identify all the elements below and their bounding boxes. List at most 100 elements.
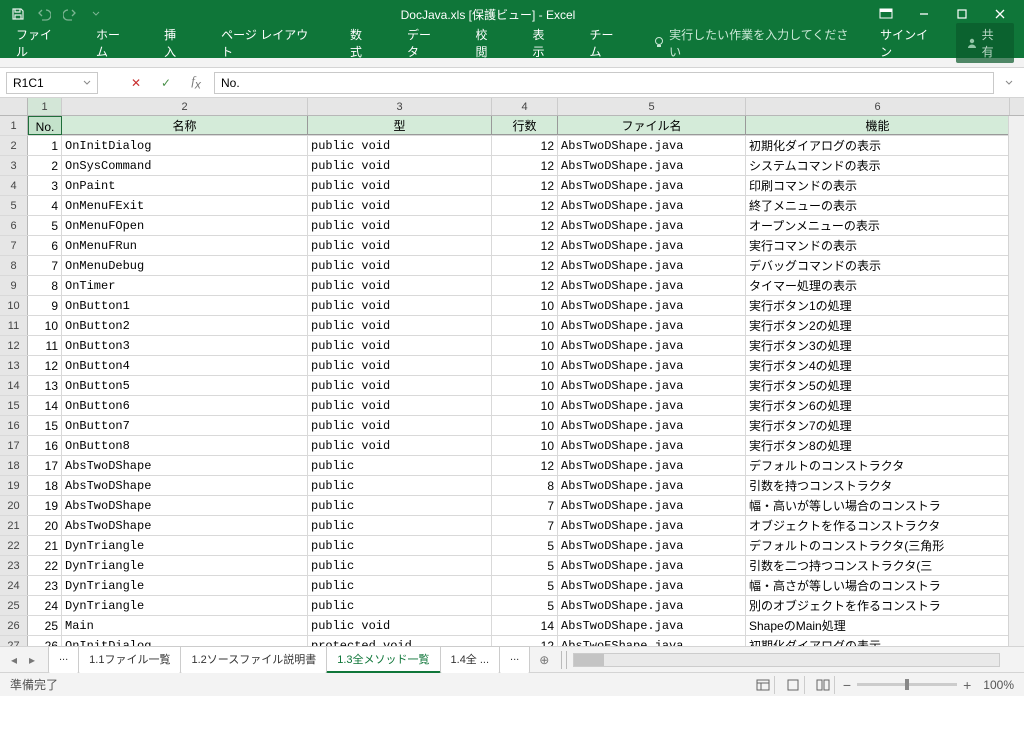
- cell-file[interactable]: AbsTwoDShape.java: [558, 416, 746, 435]
- zoom-slider[interactable]: [857, 683, 957, 686]
- row-header[interactable]: 22: [0, 536, 28, 555]
- cell-type[interactable]: public: [308, 556, 492, 575]
- cell-no[interactable]: 1: [28, 136, 62, 155]
- cell-name[interactable]: OnMenuFOpen: [62, 216, 308, 235]
- tab-file[interactable]: ファイル: [10, 22, 68, 64]
- cell-lines[interactable]: 5: [492, 556, 558, 575]
- cell-file[interactable]: AbsTwoDShape.java: [558, 256, 746, 275]
- cell-file[interactable]: AbsTwoDShape.java: [558, 136, 746, 155]
- row-header[interactable]: 23: [0, 556, 28, 575]
- cell-lines[interactable]: 5: [492, 536, 558, 555]
- cell-lines[interactable]: 12: [492, 456, 558, 475]
- cell-type[interactable]: public: [308, 496, 492, 515]
- cell-type[interactable]: protected void: [308, 636, 492, 646]
- new-sheet-button[interactable]: ⊕: [533, 649, 555, 671]
- cell-func[interactable]: デフォルトのコンストラクタ: [746, 456, 1010, 475]
- save-button[interactable]: [6, 3, 30, 25]
- cell-func[interactable]: 引数を持つコンストラクタ: [746, 476, 1010, 495]
- cell-no[interactable]: 20: [28, 516, 62, 535]
- cell-type[interactable]: public: [308, 576, 492, 595]
- row-header[interactable]: 15: [0, 396, 28, 415]
- cell-type[interactable]: public void: [308, 216, 492, 235]
- cell-file[interactable]: AbsTwoDShape.java: [558, 176, 746, 195]
- cell-lines[interactable]: 5: [492, 576, 558, 595]
- tab-home[interactable]: ホーム: [90, 22, 136, 64]
- zoom-out-button[interactable]: −: [843, 677, 851, 693]
- row-header[interactable]: 24: [0, 576, 28, 595]
- cell-lines[interactable]: 10: [492, 396, 558, 415]
- cell-func[interactable]: 実行コマンドの表示: [746, 236, 1010, 255]
- sheet-tab[interactable]: 1.2ソースファイル説明書: [180, 646, 327, 673]
- cell-file[interactable]: AbsTwoDShape.java: [558, 616, 746, 635]
- row-header[interactable]: 21: [0, 516, 28, 535]
- cell-file[interactable]: AbsTwoDShape.java: [558, 316, 746, 335]
- cell-type[interactable]: public void: [308, 176, 492, 195]
- cell-type[interactable]: public void: [308, 256, 492, 275]
- tell-me-box[interactable]: 実行したい作業を入力してください: [652, 26, 852, 60]
- cell-no[interactable]: 7: [28, 256, 62, 275]
- zoom-in-button[interactable]: +: [963, 677, 971, 693]
- cell-name[interactable]: OnSysCommand: [62, 156, 308, 175]
- cell-lines[interactable]: 10: [492, 416, 558, 435]
- sheet-nav-prev[interactable]: ▸: [24, 652, 40, 668]
- cell-type[interactable]: public void: [308, 356, 492, 375]
- cell-no[interactable]: 22: [28, 556, 62, 575]
- cell-no[interactable]: 15: [28, 416, 62, 435]
- cell-no[interactable]: 11: [28, 336, 62, 355]
- qat-customize-button[interactable]: [84, 3, 108, 25]
- cell-name[interactable]: OnButton7: [62, 416, 308, 435]
- cell-file[interactable]: AbsTwoDShape.java: [558, 276, 746, 295]
- cell-no[interactable]: 10: [28, 316, 62, 335]
- cell-func[interactable]: 初期化ダイアログの表示: [746, 136, 1010, 155]
- header-no[interactable]: No.: [28, 116, 62, 135]
- normal-view-button[interactable]: [753, 676, 775, 694]
- share-button[interactable]: 共有: [956, 23, 1014, 63]
- cell-type[interactable]: public void: [308, 616, 492, 635]
- cell-no[interactable]: 25: [28, 616, 62, 635]
- cell-type[interactable]: public void: [308, 156, 492, 175]
- cell-lines[interactable]: 12: [492, 256, 558, 275]
- name-box[interactable]: R1C1: [6, 72, 98, 94]
- tab-split-handle[interactable]: [561, 651, 567, 669]
- cell-name[interactable]: DynTriangle: [62, 596, 308, 615]
- cell-file[interactable]: AbsTwoDShape.java: [558, 156, 746, 175]
- cell-name[interactable]: OnPaint: [62, 176, 308, 195]
- cell-func[interactable]: 終了メニューの表示: [746, 196, 1010, 215]
- cell-lines[interactable]: 10: [492, 336, 558, 355]
- cell-no[interactable]: 8: [28, 276, 62, 295]
- undo-button[interactable]: [32, 3, 56, 25]
- cell-name[interactable]: OnInitDialog: [62, 136, 308, 155]
- tab-team[interactable]: チーム: [584, 22, 630, 64]
- row-header[interactable]: 9: [0, 276, 28, 295]
- cell-type[interactable]: public void: [308, 336, 492, 355]
- cell-file[interactable]: AbsTwoDShape.java: [558, 376, 746, 395]
- cell-type[interactable]: public void: [308, 236, 492, 255]
- cell-name[interactable]: AbsTwoDShape: [62, 456, 308, 475]
- cell-func[interactable]: 別のオブジェクトを作るコンストラ: [746, 596, 1010, 615]
- cell-file[interactable]: AbsTwoEShape.java: [558, 636, 746, 646]
- row-header[interactable]: 1: [0, 116, 28, 135]
- formula-input[interactable]: No.: [214, 72, 994, 94]
- sheet-tab[interactable]: ...: [48, 646, 79, 673]
- cell-type[interactable]: public void: [308, 396, 492, 415]
- cell-func[interactable]: 実行ボタン4の処理: [746, 356, 1010, 375]
- cell-lines[interactable]: 12: [492, 636, 558, 646]
- col-header[interactable]: 5: [558, 98, 746, 115]
- cell-func[interactable]: 実行ボタン6の処理: [746, 396, 1010, 415]
- cell-no[interactable]: 3: [28, 176, 62, 195]
- cell-lines[interactable]: 12: [492, 196, 558, 215]
- cell-lines[interactable]: 7: [492, 516, 558, 535]
- cell-func[interactable]: オープンメニューの表示: [746, 216, 1010, 235]
- cell-file[interactable]: AbsTwoDShape.java: [558, 516, 746, 535]
- header-func[interactable]: 機能: [746, 116, 1010, 135]
- row-header[interactable]: 14: [0, 376, 28, 395]
- header-file[interactable]: ファイル名: [558, 116, 746, 135]
- row-header[interactable]: 16: [0, 416, 28, 435]
- row-header[interactable]: 8: [0, 256, 28, 275]
- cell-type[interactable]: public void: [308, 296, 492, 315]
- row-header[interactable]: 4: [0, 176, 28, 195]
- cell-func[interactable]: デバッグコマンドの表示: [746, 256, 1010, 275]
- row-header[interactable]: 19: [0, 476, 28, 495]
- cell-func[interactable]: オブジェクトを作るコンストラクタ: [746, 516, 1010, 535]
- cell-lines[interactable]: 10: [492, 316, 558, 335]
